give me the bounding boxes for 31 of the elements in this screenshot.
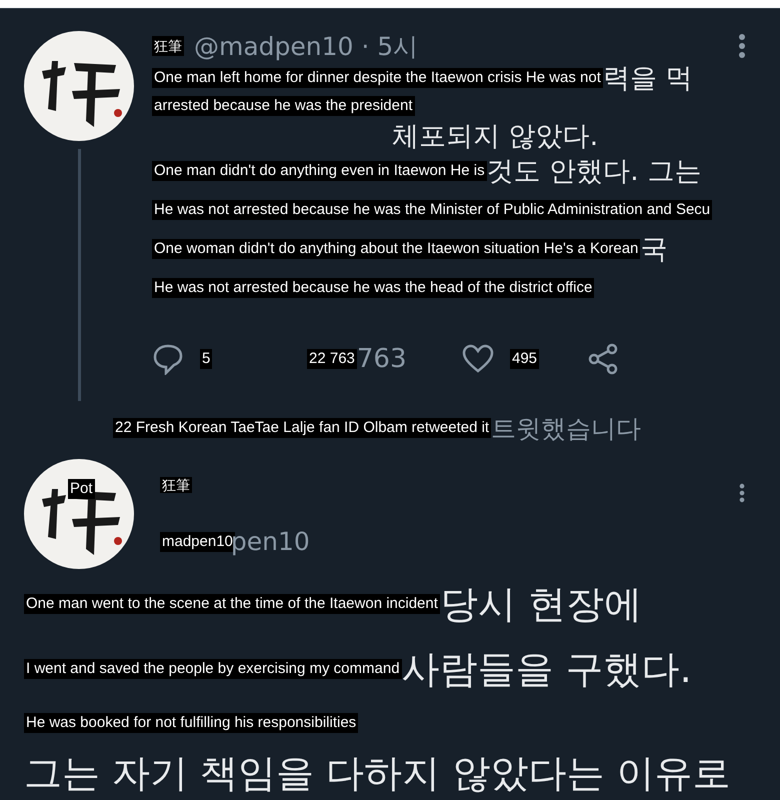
share-icon[interactable] (587, 343, 619, 375)
tweet-text: 체포되지 않았다. (392, 120, 598, 154)
translation-overlay: arrested because he was the president (152, 96, 414, 116)
retweet-count: 763 (356, 344, 407, 374)
retweet-notice: 트윗했습니다 (491, 412, 642, 444)
translation-overlay: I went and saved the people by exercising my command (24, 659, 402, 679)
translation-overlay: He was not arrested because he was the head of the district office (152, 278, 594, 298)
name-overlay: 狂筆 (160, 477, 192, 493)
retweet-count-overlay: 22 763 (307, 349, 357, 369)
reply-count-overlay: 5 (200, 349, 212, 369)
tweet-text: 력을 먹 (602, 62, 692, 96)
like-icon[interactable] (462, 343, 494, 375)
translation-overlay: 22 Fresh Korean TaeTae Lalje fan ID Olbam retweeted it (113, 418, 492, 438)
translation-overlay: One man didn't do anything even in Itaewon He is (152, 161, 487, 181)
handle-time: @madpen10 · 5시 (194, 30, 418, 62)
tweet-text: 당시 현장에 (440, 580, 642, 628)
reply-icon[interactable] (152, 343, 184, 375)
more-icon[interactable] (738, 33, 746, 59)
name-overlay: 狂筆 (152, 36, 184, 56)
like-count-overlay: 495 (510, 349, 540, 369)
translation-overlay: One man went to the scene at the time of the Itaewon incident (24, 594, 440, 614)
tweet-text: 국 (640, 233, 668, 267)
tweet-text: 것도 안했다. 그는 (486, 155, 702, 189)
translation-overlay: One man left home for dinner despite the Itaewon crisis He was not (152, 68, 603, 88)
translation-overlay: One woman didn't do anything about the Itaewon situation He's a Korean (152, 239, 640, 259)
more-icon[interactable] (738, 483, 746, 503)
tweet-text: 사람들을 구했다. (402, 646, 692, 692)
tweet-text: 그는 자기 책임을 다하지 않았다는 이유로 (24, 750, 730, 796)
translation-overlay: He was not arrested because he was the Minister of Public Administration and Secu (152, 200, 712, 220)
translation-overlay: He was booked for not fulfilling his responsibilities (24, 713, 358, 733)
translation-overlay: Pot (68, 479, 95, 499)
